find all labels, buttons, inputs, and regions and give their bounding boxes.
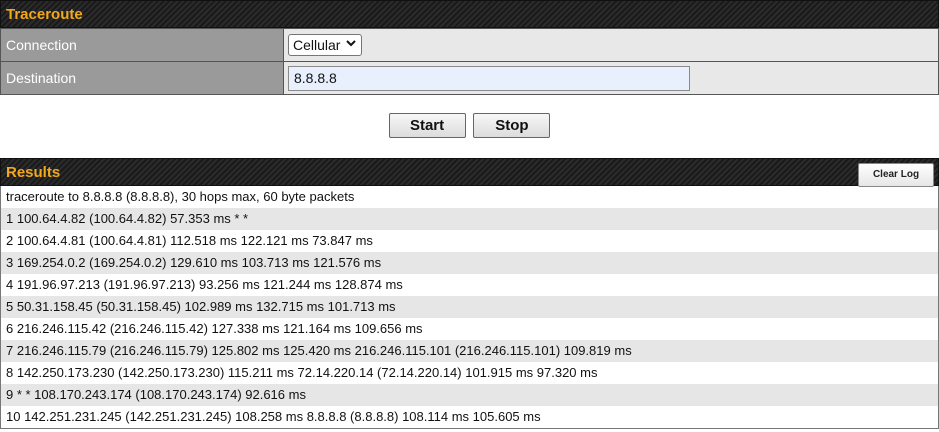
connection-label: Connection <box>0 28 284 62</box>
destination-input[interactable]: 8.8.8.8 <box>288 65 690 91</box>
result-line: traceroute to 8.8.8.8 (8.8.8.8), 30 hops… <box>1 186 938 208</box>
results-panel: Results Clear Log traceroute to 8.8.8.8 … <box>0 158 939 429</box>
destination-cell: 8.8.8.8 <box>283 61 939 95</box>
result-line: 2 100.64.4.81 (100.64.4.81) 112.518 ms 1… <box>1 230 938 252</box>
traceroute-form: Connection Cellular Destination 8.8.8.8 <box>0 28 939 95</box>
action-buttons: Start Stop <box>0 113 939 138</box>
results-list: traceroute to 8.8.8.8 (8.8.8.8), 30 hops… <box>0 186 939 429</box>
result-line: 6 216.246.115.42 (216.246.115.42) 127.33… <box>1 318 938 340</box>
results-title: Results <box>6 164 61 181</box>
destination-row: Destination 8.8.8.8 <box>0 61 939 95</box>
stop-button[interactable]: Stop <box>473 113 551 138</box>
connection-cell: Cellular <box>283 28 939 62</box>
result-line: 7 216.246.115.79 (216.246.115.79) 125.80… <box>1 340 938 362</box>
clear-log-button[interactable]: Clear Log <box>858 163 934 187</box>
result-line: 8 142.250.173.230 (142.250.173.230) 115.… <box>1 362 938 384</box>
connection-select[interactable]: Cellular <box>288 34 363 56</box>
result-line: 9 * * 108.170.243.174 (108.170.243.174) … <box>1 384 938 406</box>
traceroute-title: Traceroute <box>0 0 939 28</box>
result-line: 1 100.64.4.82 (100.64.4.82) 57.353 ms * … <box>1 208 938 230</box>
connection-row: Connection Cellular <box>0 28 939 62</box>
results-header: Results Clear Log <box>0 158 939 187</box>
traceroute-panel: Traceroute Connection Cellular Destinati… <box>0 0 939 95</box>
result-line: 3 169.254.0.2 (169.254.0.2) 129.610 ms 1… <box>1 252 938 274</box>
result-line: 5 50.31.158.45 (50.31.158.45) 102.989 ms… <box>1 296 938 318</box>
result-line: 4 191.96.97.213 (191.96.97.213) 93.256 m… <box>1 274 938 296</box>
start-button[interactable]: Start <box>388 113 466 138</box>
connection-select-value: Cellular <box>293 37 341 53</box>
destination-label: Destination <box>0 61 284 95</box>
chevron-down-icon <box>346 40 357 50</box>
result-line: 10 142.251.231.245 (142.251.231.245) 108… <box>1 406 938 428</box>
